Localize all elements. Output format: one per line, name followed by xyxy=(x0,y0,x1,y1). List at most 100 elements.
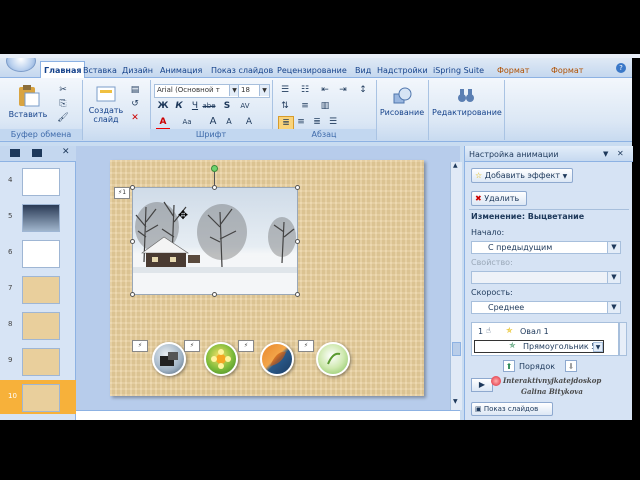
tab-format-2[interactable]: Формат xyxy=(551,64,583,78)
start-select[interactable]: С предыдущим ▼ xyxy=(471,241,621,254)
slide-thumb[interactable]: 4 xyxy=(0,166,76,196)
close-icon[interactable]: ✕ xyxy=(617,149,624,158)
notes-pane[interactable] xyxy=(76,410,460,420)
justify-icon[interactable]: ☰ xyxy=(326,116,340,128)
remove-button[interactable]: ✖ Удалить xyxy=(471,191,527,206)
animation-list-item[interactable]: 1 ☝ ✯ Овал 1 xyxy=(472,325,618,338)
custom-animation-pane: Настройка анимации ▼ ✕ ☆ Добавить эффект… xyxy=(464,146,633,420)
slide-thumb[interactable]: 6 xyxy=(0,238,76,268)
tab-view[interactable]: Вид xyxy=(355,64,371,78)
animation-tag[interactable]: ⚡ xyxy=(238,340,254,352)
animation-tag[interactable]: ⚡ xyxy=(298,340,314,352)
speed-select[interactable]: Среднее ▼ xyxy=(471,301,621,314)
slideshow-button[interactable]: ▣ Показ слайдов xyxy=(471,402,553,416)
line-spacing-icon[interactable]: ↕ xyxy=(356,84,370,96)
clear-format-button[interactable]: A xyxy=(242,116,256,128)
slides-tab-icon[interactable] xyxy=(10,149,20,157)
numbering-icon[interactable]: ☷ xyxy=(298,84,312,96)
delete-slide-icon[interactable]: ✕ xyxy=(128,112,142,124)
slide-thumb[interactable]: 7 xyxy=(0,274,76,304)
new-slide-button[interactable]: Создать слайд xyxy=(88,84,124,124)
indent-increase-icon[interactable]: ⇥ xyxy=(336,84,350,96)
italic-button[interactable]: К xyxy=(172,100,186,112)
align-center-icon[interactable]: ≡ xyxy=(294,116,308,128)
resize-handle[interactable] xyxy=(295,185,300,190)
move-up-icon[interactable]: ⬆ xyxy=(503,360,515,372)
slide-preview xyxy=(22,348,60,376)
cut-icon[interactable]: ✂ xyxy=(56,84,70,96)
scroll-up-icon[interactable]: ▲ xyxy=(453,162,458,169)
align-text-icon[interactable]: ≡ xyxy=(298,100,312,112)
paste-button[interactable]: Вставить xyxy=(8,84,48,119)
columns-icon[interactable]: ▥ xyxy=(318,100,332,112)
play-button[interactable]: ▶ xyxy=(471,378,493,392)
close-icon[interactable]: ✕ xyxy=(62,147,70,157)
office-button-icon[interactable] xyxy=(6,58,36,72)
circle-button-4[interactable] xyxy=(316,342,350,376)
list-scrollbar[interactable] xyxy=(619,322,627,356)
circle-button-2[interactable] xyxy=(204,342,238,376)
tab-review[interactable]: Рецензирование xyxy=(277,64,347,78)
scroll-down-icon[interactable]: ▼ xyxy=(453,398,458,405)
slide-thumb[interactable]: 8 xyxy=(0,310,76,340)
resize-handle[interactable] xyxy=(212,185,217,190)
tab-slideshow[interactable]: Показ слайдов xyxy=(211,64,273,78)
animation-tag[interactable]: ⚡ xyxy=(184,340,200,352)
vertical-scrollbar[interactable]: ▲ ▼ xyxy=(450,162,462,410)
help-icon[interactable]: ? xyxy=(616,63,626,73)
tab-format-1[interactable]: Формат xyxy=(497,64,529,78)
resize-handle[interactable] xyxy=(295,239,300,244)
text-direction-icon[interactable]: ⇅ xyxy=(278,100,292,112)
font-family-select[interactable]: Arial (Основной т ▼ xyxy=(154,84,240,98)
animation-tag[interactable]: ⚡ xyxy=(132,340,148,352)
bold-button[interactable]: Ж xyxy=(156,100,170,112)
align-right-icon[interactable]: ≣ xyxy=(310,116,324,128)
slide-thumb[interactable]: 9 xyxy=(0,346,76,376)
layout-icon[interactable]: ▤ xyxy=(128,84,142,96)
resize-handle[interactable] xyxy=(212,292,217,297)
strike-button[interactable]: abe xyxy=(202,100,216,112)
slide-thumb[interactable]: 5 xyxy=(0,202,76,232)
star-icon: ✯ xyxy=(509,341,516,350)
circle-button-1[interactable] xyxy=(152,342,186,376)
shrink-font-button[interactable]: A xyxy=(222,116,236,128)
bullets-icon[interactable]: ☰ xyxy=(278,84,292,96)
font-color-button[interactable]: A xyxy=(156,116,170,130)
slide-canvas[interactable]: ⚡1 ✥ ⚡ ⚡ ⚡ ⚡ xyxy=(110,160,424,396)
animation-list-item-selected[interactable]: ✯ Прямоугольник 5 ▼ xyxy=(474,340,604,353)
editing-button[interactable]: Редактирование xyxy=(432,86,502,117)
move-down-icon[interactable]: ⬇ xyxy=(565,360,577,372)
resize-handle[interactable] xyxy=(130,292,135,297)
rotate-handle[interactable] xyxy=(211,165,218,172)
underline-button[interactable]: Ч xyxy=(188,100,202,112)
resize-handle[interactable] xyxy=(130,185,135,190)
scroll-thumb[interactable] xyxy=(452,342,461,356)
circle-button-3[interactable] xyxy=(260,342,294,376)
format-painter-icon[interactable]: 🖌 xyxy=(56,112,70,124)
reset-icon[interactable]: ↺ xyxy=(128,98,142,110)
tab-ispring[interactable]: iSpring Suite xyxy=(433,64,484,78)
tab-animation[interactable]: Анимация xyxy=(160,64,202,78)
tab-home[interactable]: Главная xyxy=(40,61,86,79)
grow-font-button[interactable]: A xyxy=(206,116,220,128)
animation-tag[interactable]: ⚡1 xyxy=(114,187,130,199)
copy-icon[interactable]: ⎘ xyxy=(56,98,70,110)
tab-addins[interactable]: Надстройки xyxy=(377,64,428,78)
chevron-down-icon[interactable]: ▼ xyxy=(603,150,608,158)
align-left-icon[interactable]: ≣ xyxy=(278,116,294,130)
shadow-button[interactable]: S xyxy=(220,100,234,112)
resize-handle[interactable] xyxy=(130,239,135,244)
animation-list[interactable]: 1 ☝ ✯ Овал 1 ✯ Прямоугольник 5 ▼ xyxy=(471,322,619,356)
mouse-icon: ☝ xyxy=(486,326,491,335)
tab-insert[interactable]: Вставка xyxy=(83,64,117,78)
outline-tab-icon[interactable] xyxy=(32,149,42,157)
resize-handle[interactable] xyxy=(295,292,300,297)
slide-thumb-selected[interactable]: 10 xyxy=(0,380,76,414)
font-size-select[interactable]: 18 ▼ xyxy=(238,84,270,98)
spacing-button[interactable]: AV xyxy=(238,100,252,112)
drawing-button[interactable]: Рисование xyxy=(378,86,426,117)
change-case-button[interactable]: Aa xyxy=(180,116,194,128)
indent-decrease-icon[interactable]: ⇤ xyxy=(318,84,332,96)
tab-design[interactable]: Дизайн xyxy=(122,64,153,78)
add-effect-button[interactable]: ☆ Добавить эффект ▼ xyxy=(471,168,573,183)
